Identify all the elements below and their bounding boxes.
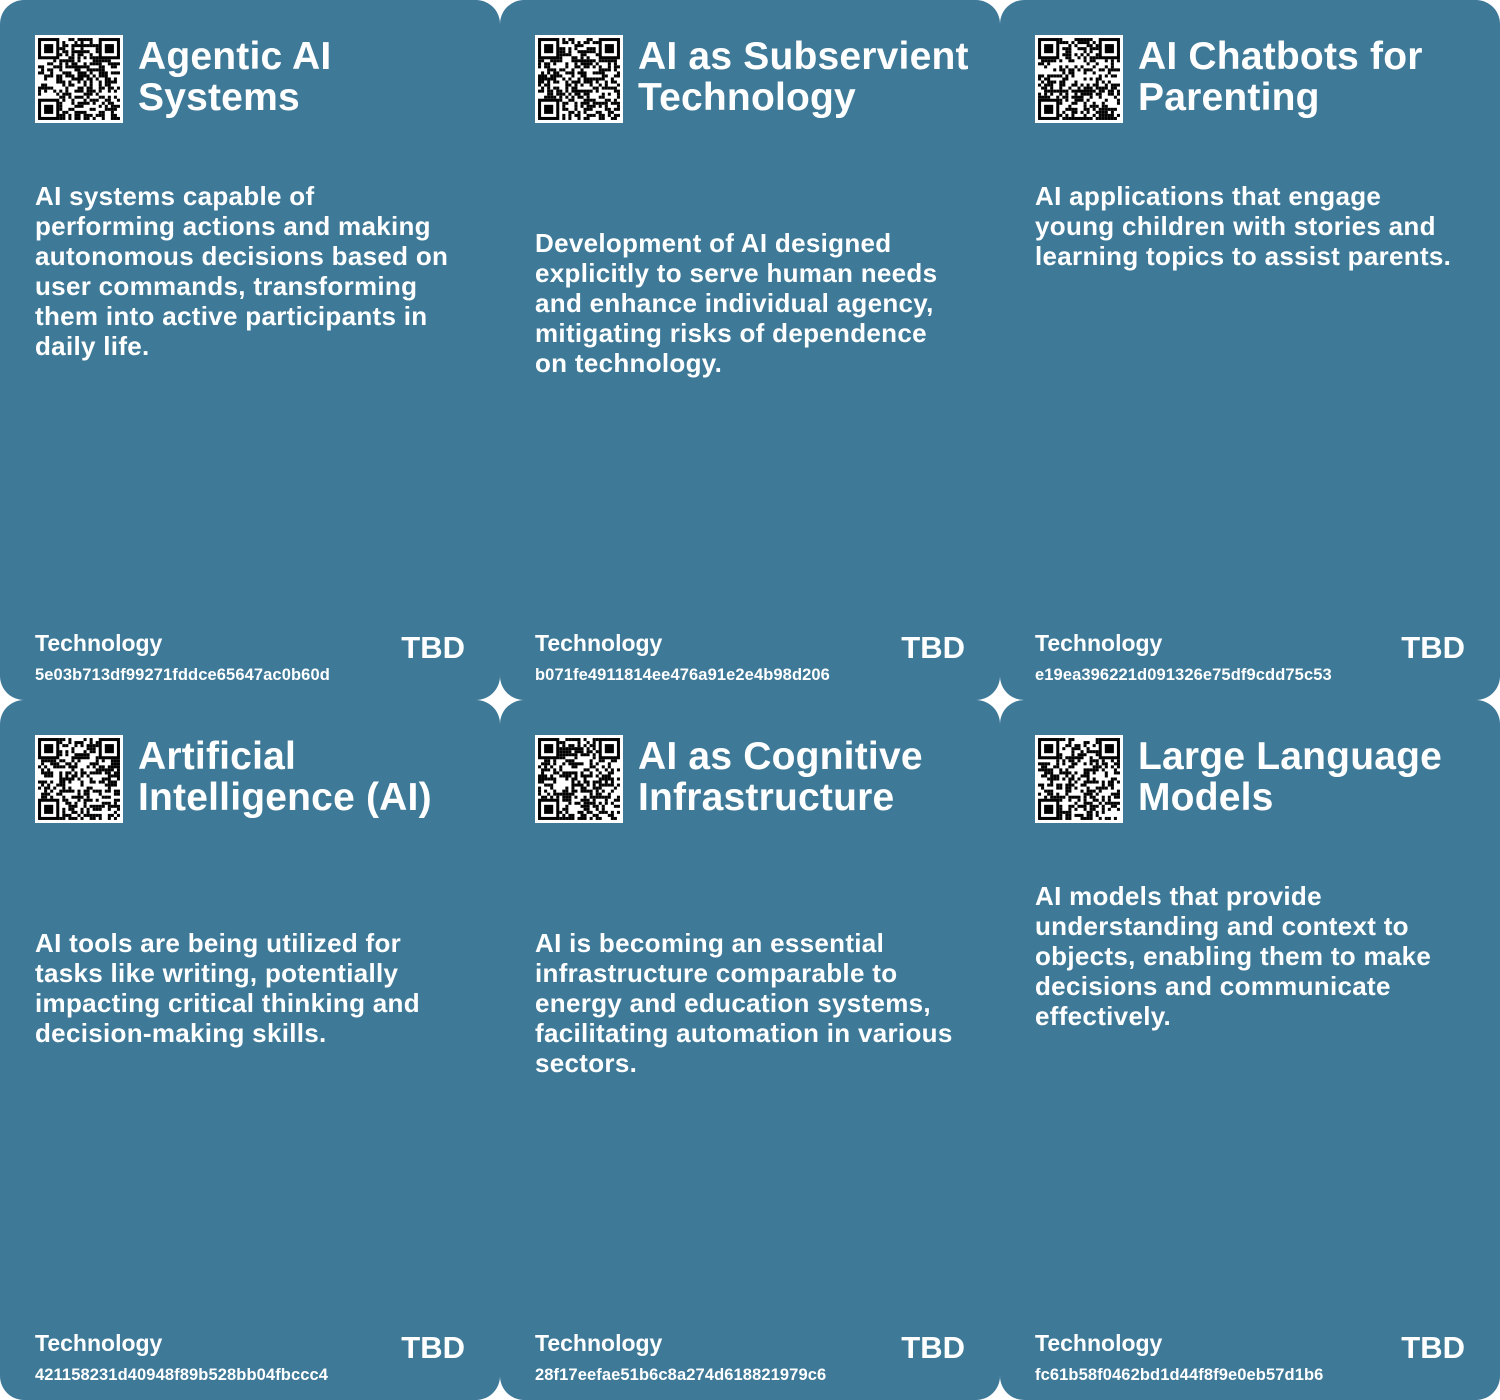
card-category: Technology xyxy=(1035,630,1163,656)
qr-code-icon xyxy=(535,735,623,823)
card-grid: Agentic AI Systems AI systems capable of… xyxy=(0,0,1500,1400)
card-title: AI as Cognitive Infrastructure xyxy=(638,735,923,819)
card-status: TBD xyxy=(401,1330,465,1365)
card-hash: 28f17eefae51b6c8a274d618821979c6 xyxy=(535,1366,827,1384)
card-description: AI tools are being utilized for tasks li… xyxy=(35,928,420,1048)
card-title: Agentic AI Systems xyxy=(138,35,332,119)
trend-card[interactable]: AI Chatbots for Parenting AI application… xyxy=(1000,0,1500,700)
card-title: Artificial Intelligence (AI) xyxy=(138,735,432,819)
card-category: Technology xyxy=(535,630,663,656)
card-description: Development of AI designed explicitly to… xyxy=(535,228,938,378)
qr-code-icon xyxy=(35,735,123,823)
trend-card[interactable]: Large Language Models AI models that pro… xyxy=(1000,700,1500,1400)
card-category: Technology xyxy=(35,1330,163,1356)
qr-code-icon xyxy=(1035,35,1123,123)
card-description: AI models that provide understanding and… xyxy=(1035,881,1432,1031)
qr-code-icon xyxy=(35,35,123,123)
card-status: TBD xyxy=(901,630,965,665)
card-hash: b071fe4911814ee476a91e2e4b98d206 xyxy=(535,666,830,684)
card-hash: 421158231d40948f89b528bb04fbccc4 xyxy=(35,1366,329,1384)
card-category: Technology xyxy=(535,1330,663,1356)
card-description: AI systems capable of performing actions… xyxy=(35,181,449,361)
card-status: TBD xyxy=(1401,1330,1465,1365)
card-status: TBD xyxy=(1401,630,1465,665)
card-hash: e19ea396221d091326e75df9cdd75c53 xyxy=(1035,666,1332,684)
card-title: AI Chatbots for Parenting xyxy=(1138,35,1423,119)
card-status: TBD xyxy=(401,630,465,665)
card-description: AI is becoming an essential infrastructu… xyxy=(535,928,953,1078)
card-status: TBD xyxy=(901,1330,965,1365)
card-title: Large Language Models xyxy=(1138,735,1443,819)
card-title: AI as Subservient Technology xyxy=(638,35,969,119)
card-hash: 5e03b713df99271fddce65647ac0b60d xyxy=(35,666,330,684)
card-description: AI applications that engage young childr… xyxy=(1035,181,1452,271)
trend-card[interactable]: Artificial Intelligence (AI) AI tools ar… xyxy=(0,700,500,1400)
card-category: Technology xyxy=(35,630,163,656)
qr-code-icon xyxy=(1035,735,1123,823)
card-category: Technology xyxy=(1035,1330,1163,1356)
card-hash: fc61b58f0462bd1d44f8f9e0eb57d1b6 xyxy=(1035,1366,1324,1384)
trend-card[interactable]: AI as Subservient Technology Development… xyxy=(500,0,1000,700)
qr-code-icon xyxy=(535,35,623,123)
trend-card[interactable]: Agentic AI Systems AI systems capable of… xyxy=(0,0,500,700)
trend-card[interactable]: AI as Cognitive Infrastructure AI is bec… xyxy=(500,700,1000,1400)
